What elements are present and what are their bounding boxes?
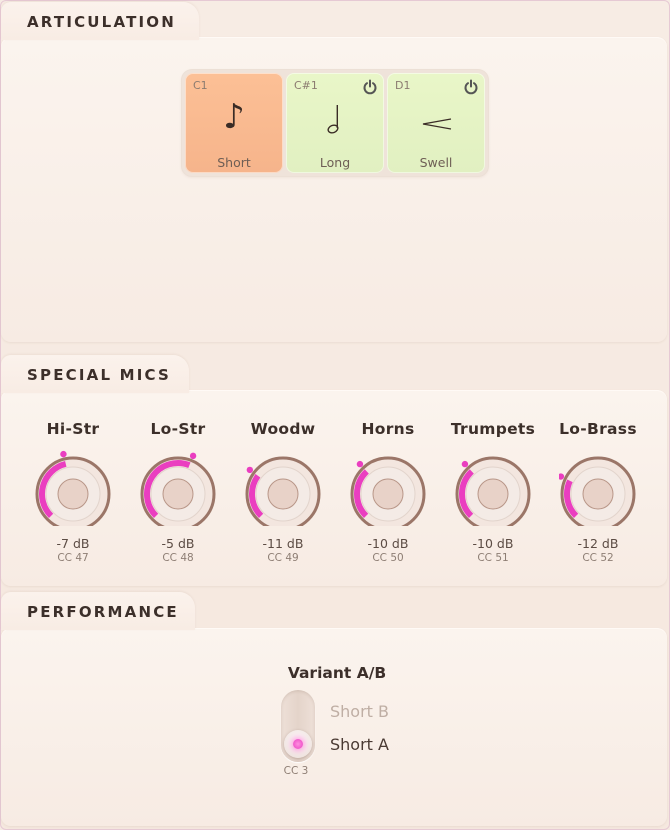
power-icon[interactable] — [362, 79, 378, 95]
mic-value: -11 dB — [262, 536, 304, 551]
mic-level-knob[interactable] — [244, 448, 322, 526]
articulation-keyswitch: C#1 — [294, 79, 318, 92]
articulation-long[interactable]: C#1 Long — [286, 73, 384, 173]
variant-switch[interactable] — [281, 690, 315, 762]
variant-option-a[interactable]: Short A — [330, 735, 389, 754]
performance-title: PERFORMANCE — [27, 603, 179, 621]
mic-value: -5 dB — [161, 536, 195, 551]
mic-cc-label: CC 50 — [372, 552, 404, 564]
mic-level-knob[interactable] — [139, 448, 217, 526]
articulation-label: Swell — [419, 155, 453, 170]
mic-hi-str: Hi-Str -7 dB CC 47 — [21, 420, 125, 564]
mic-name: Woodw — [250, 420, 316, 438]
mic-value: -10 dB — [472, 536, 514, 551]
active-indicator-dot — [293, 739, 303, 749]
variant-cc-label: CC 3 — [283, 765, 309, 777]
mic-lo-brass: Lo-Brass -12 dB CC 52 — [546, 420, 650, 564]
mic-cc-label: CC 49 — [267, 552, 299, 564]
mic-cc-label: CC 47 — [57, 552, 89, 564]
mic-value: -7 dB — [56, 536, 90, 551]
mic-name: Trumpets — [450, 420, 536, 438]
mic-level-knob[interactable] — [559, 448, 637, 526]
mic-name: Lo-Brass — [559, 420, 637, 438]
articulation-label: Long — [319, 155, 351, 170]
eighth-note-icon: ♪ — [223, 97, 245, 137]
mic-value: -10 dB — [367, 536, 409, 551]
mic-trumpets: Trumpets -10 dB CC 51 — [441, 420, 545, 564]
variant-title: Variant A/B — [287, 664, 387, 682]
articulation-title: ARTICULATION — [27, 13, 177, 31]
crescendo-icon — [422, 118, 452, 130]
mic-lo-str: Lo-Str -5 dB CC 48 — [126, 420, 230, 564]
special-mics-tab: SPECIAL MICS — [1, 355, 189, 393]
mic-level-knob[interactable] — [349, 448, 427, 526]
special-mics-title: SPECIAL MICS — [27, 366, 172, 384]
mic-cc-label: CC 48 — [162, 552, 194, 564]
mic-woodw: Woodw -11 dB CC 49 — [231, 420, 335, 564]
mic-cc-label: CC 51 — [477, 552, 509, 564]
mic-value: -12 dB — [577, 536, 619, 551]
articulation-keyswitch: D1 — [395, 79, 411, 92]
mic-level-knob[interactable] — [454, 448, 532, 526]
mic-name: Lo-Str — [150, 420, 206, 438]
variant-switch-thumb[interactable] — [284, 730, 312, 758]
half-note-icon — [327, 105, 339, 134]
knob-indicator-dot — [356, 460, 364, 468]
articulation-keyswitch: C1 — [193, 79, 208, 92]
mic-name: Hi-Str — [46, 420, 100, 438]
articulation-label: Short — [217, 155, 251, 170]
articulation-short[interactable]: C1 ♪ Short — [185, 73, 283, 173]
knob-indicator-dot — [60, 450, 67, 458]
articulation-tab: ARTICULATION — [1, 2, 199, 40]
mic-cc-label: CC 52 — [582, 552, 614, 564]
power-icon[interactable] — [463, 79, 479, 95]
performance-section — [1, 628, 667, 826]
knob-indicator-dot — [246, 466, 254, 474]
knob-indicator-dot — [189, 452, 197, 460]
variant-option-b[interactable]: Short B — [330, 702, 389, 721]
articulation-selector: C1 ♪ Short C#1 Long D1 Swell — [182, 70, 488, 176]
mic-level-knob[interactable] — [34, 448, 112, 526]
mic-horns: Horns -10 dB CC 50 — [336, 420, 440, 564]
articulation-swell[interactable]: D1 Swell — [387, 73, 485, 173]
mic-name: Horns — [361, 420, 415, 438]
performance-tab: PERFORMANCE — [1, 592, 195, 630]
knob-indicator-dot — [559, 473, 565, 480]
knob-indicator-dot — [461, 460, 469, 468]
